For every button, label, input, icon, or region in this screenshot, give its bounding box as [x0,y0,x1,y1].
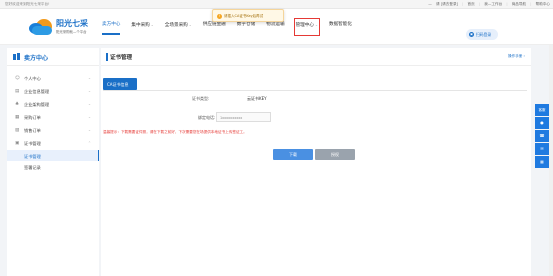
sidebar-subitem-cert-management[interactable]: 证书管理 [7,150,99,161]
download-button[interactable]: 下载 [273,149,313,160]
building-icon: ▤ [15,88,20,94]
chevron-down-icon: ⌄ [87,128,91,132]
scan-login-button[interactable]: ▣ 扫码登录 [466,29,498,40]
sidebar-title: 卖方中心 [24,55,49,62]
home-link[interactable]: 首页 [468,2,475,6]
nav-full-scene-purchase[interactable]: 全场景采购⌄ [165,20,192,34]
user-icon: ☺ [15,75,20,81]
sidebar-item-personal-center[interactable]: ☺ 个人中心 ⌄ [7,72,99,85]
sidebar-item-sales-orders[interactable]: ▧ 销售订单 ⌄ [7,124,99,137]
org-icon: ♣ [15,101,20,107]
cert-type-value: 云证书KEY [247,96,267,101]
main-content: 证书管理 操作手册 › CA证书信息 证书类型: 云证书KEY 绑定电话: 1x… [101,48,531,276]
page-header: 证书管理 操作手册 › [101,48,531,66]
chevron-down-icon: ⌄ [87,115,91,119]
brand-title: 阳光七采 [56,19,88,28]
logo-cloud-icon [28,18,54,36]
nav-supply-finance[interactable]: 供应链金融 [203,20,226,34]
chevron-down-icon: ⌄ [150,23,154,27]
phone-label: 绑定电话: [198,115,216,120]
top-links: — 请 [请去登录] | 首页 | 我—工作台 | 商品导航 | 帮助中心 [428,2,550,6]
mail-icon[interactable]: ✉ [535,143,549,155]
qr-icon: ▣ [469,32,474,37]
chevron-down-icon: ⌄ [314,23,318,27]
phone-field[interactable]: 1xxxxxxxxxx [216,112,271,122]
chevron-down-icon: ⌄ [87,76,91,80]
login-link[interactable]: 请 [请去登录] [436,2,458,6]
brand-logo[interactable]: 阳光七采 阳光采购就—个平台 [28,16,100,38]
warning-tip: 温馨提示：下载需要证件照，请在下载之前好，下次需要您在场提供本地证书上传签证工。 [103,130,247,134]
chevron-down-icon: ⌄ [87,89,91,93]
sales-icon: ▧ [15,127,20,133]
nav-seller-center[interactable]: 卖方中心 [102,20,121,35]
nav-data-intelligence[interactable]: 数据智能化 [329,20,352,34]
toast-message: 请插入CA证书Key后再试 [224,14,264,18]
cert-type-label: 证书类型: [192,96,210,101]
order-icon: ▦ [15,114,20,120]
chevron-down-icon: ⌄ [188,23,192,27]
sidebar-item-purchase-orders[interactable]: ▦ 采购订单 ⌄ [7,111,99,124]
phone-icon[interactable]: ☎ [535,130,549,142]
cert-icon: ▣ [15,140,20,146]
tab-ca-cert-info[interactable]: CA证书信息 [103,78,137,90]
welcome-text: 您好欢迎来到阳光七采平台! [5,2,50,6]
warning-toast: ! 请插入CA证书Key后再试 [212,9,284,22]
help-center-link[interactable]: 帮助中心 [536,2,550,6]
goods-nav-link[interactable]: 商品导航 [512,2,526,6]
floating-service-rail: 客服 ● ☎ ✉ ▦ [535,104,549,170]
authorize-button[interactable]: 授权 [315,149,355,160]
sidebar-item-company-info[interactable]: ▤ 企业信息管理 ⌄ [7,85,99,98]
main-nav: 卖方中心 集中采购⌄ 全场景采购⌄ 供应链金融 数字仓储 物流运输 管理中心⌄ … [102,18,363,36]
user-sep: — [428,2,432,6]
sidebar-header: 卖方中心 [7,48,99,66]
manual-link[interactable]: 操作手册 › [508,54,525,59]
top-utility-bar: 您好欢迎来到阳光七采平台! — 请 [请去登录] | 首页 | 我—工作台 | … [0,0,553,9]
sidebar-subitem-sign-records[interactable]: 签署记录 [7,161,99,172]
chevron-down-icon: ⌄ [87,102,91,106]
sidebar-item-org-structure[interactable]: ♣ 企业架构管理 ⌄ [7,98,99,111]
warning-icon: ! [217,13,222,19]
page-scrollbar[interactable] [549,45,553,276]
page-title: 证书管理 [110,55,133,61]
chevron-up-icon: ⌃ [87,141,91,145]
nav-centralized-purchase[interactable]: 集中采购⌄ [131,20,153,34]
brand-subtitle: 阳光采购就—个平台 [56,30,87,34]
avatar-icon[interactable]: ● [535,117,549,129]
qrcode-icon[interactable]: ▦ [535,156,549,168]
workbench-link[interactable]: 我—工作台 [484,2,502,6]
sidebar-menu: ☺ 个人中心 ⌄ ▤ 企业信息管理 ⌄ ♣ 企业架构管理 ⌄ ▦ 采购订单 ⌄ … [7,72,99,172]
customer-service-button[interactable]: 客服 [535,104,549,116]
sidebar: 卖方中心 ☺ 个人中心 ⌄ ▤ 企业信息管理 ⌄ ♣ 企业架构管理 ⌄ ▦ 采购… [7,48,99,276]
nav-logistics[interactable]: 物流运输 [266,20,284,34]
grid-icon [13,53,20,60]
nav-digital-warehouse[interactable]: 数字仓储 [237,20,255,34]
nav-management-center[interactable]: 管理中心⌄ [293,18,321,36]
sidebar-item-cert-management[interactable]: ▣ 证书管理 ⌃ [7,137,99,150]
